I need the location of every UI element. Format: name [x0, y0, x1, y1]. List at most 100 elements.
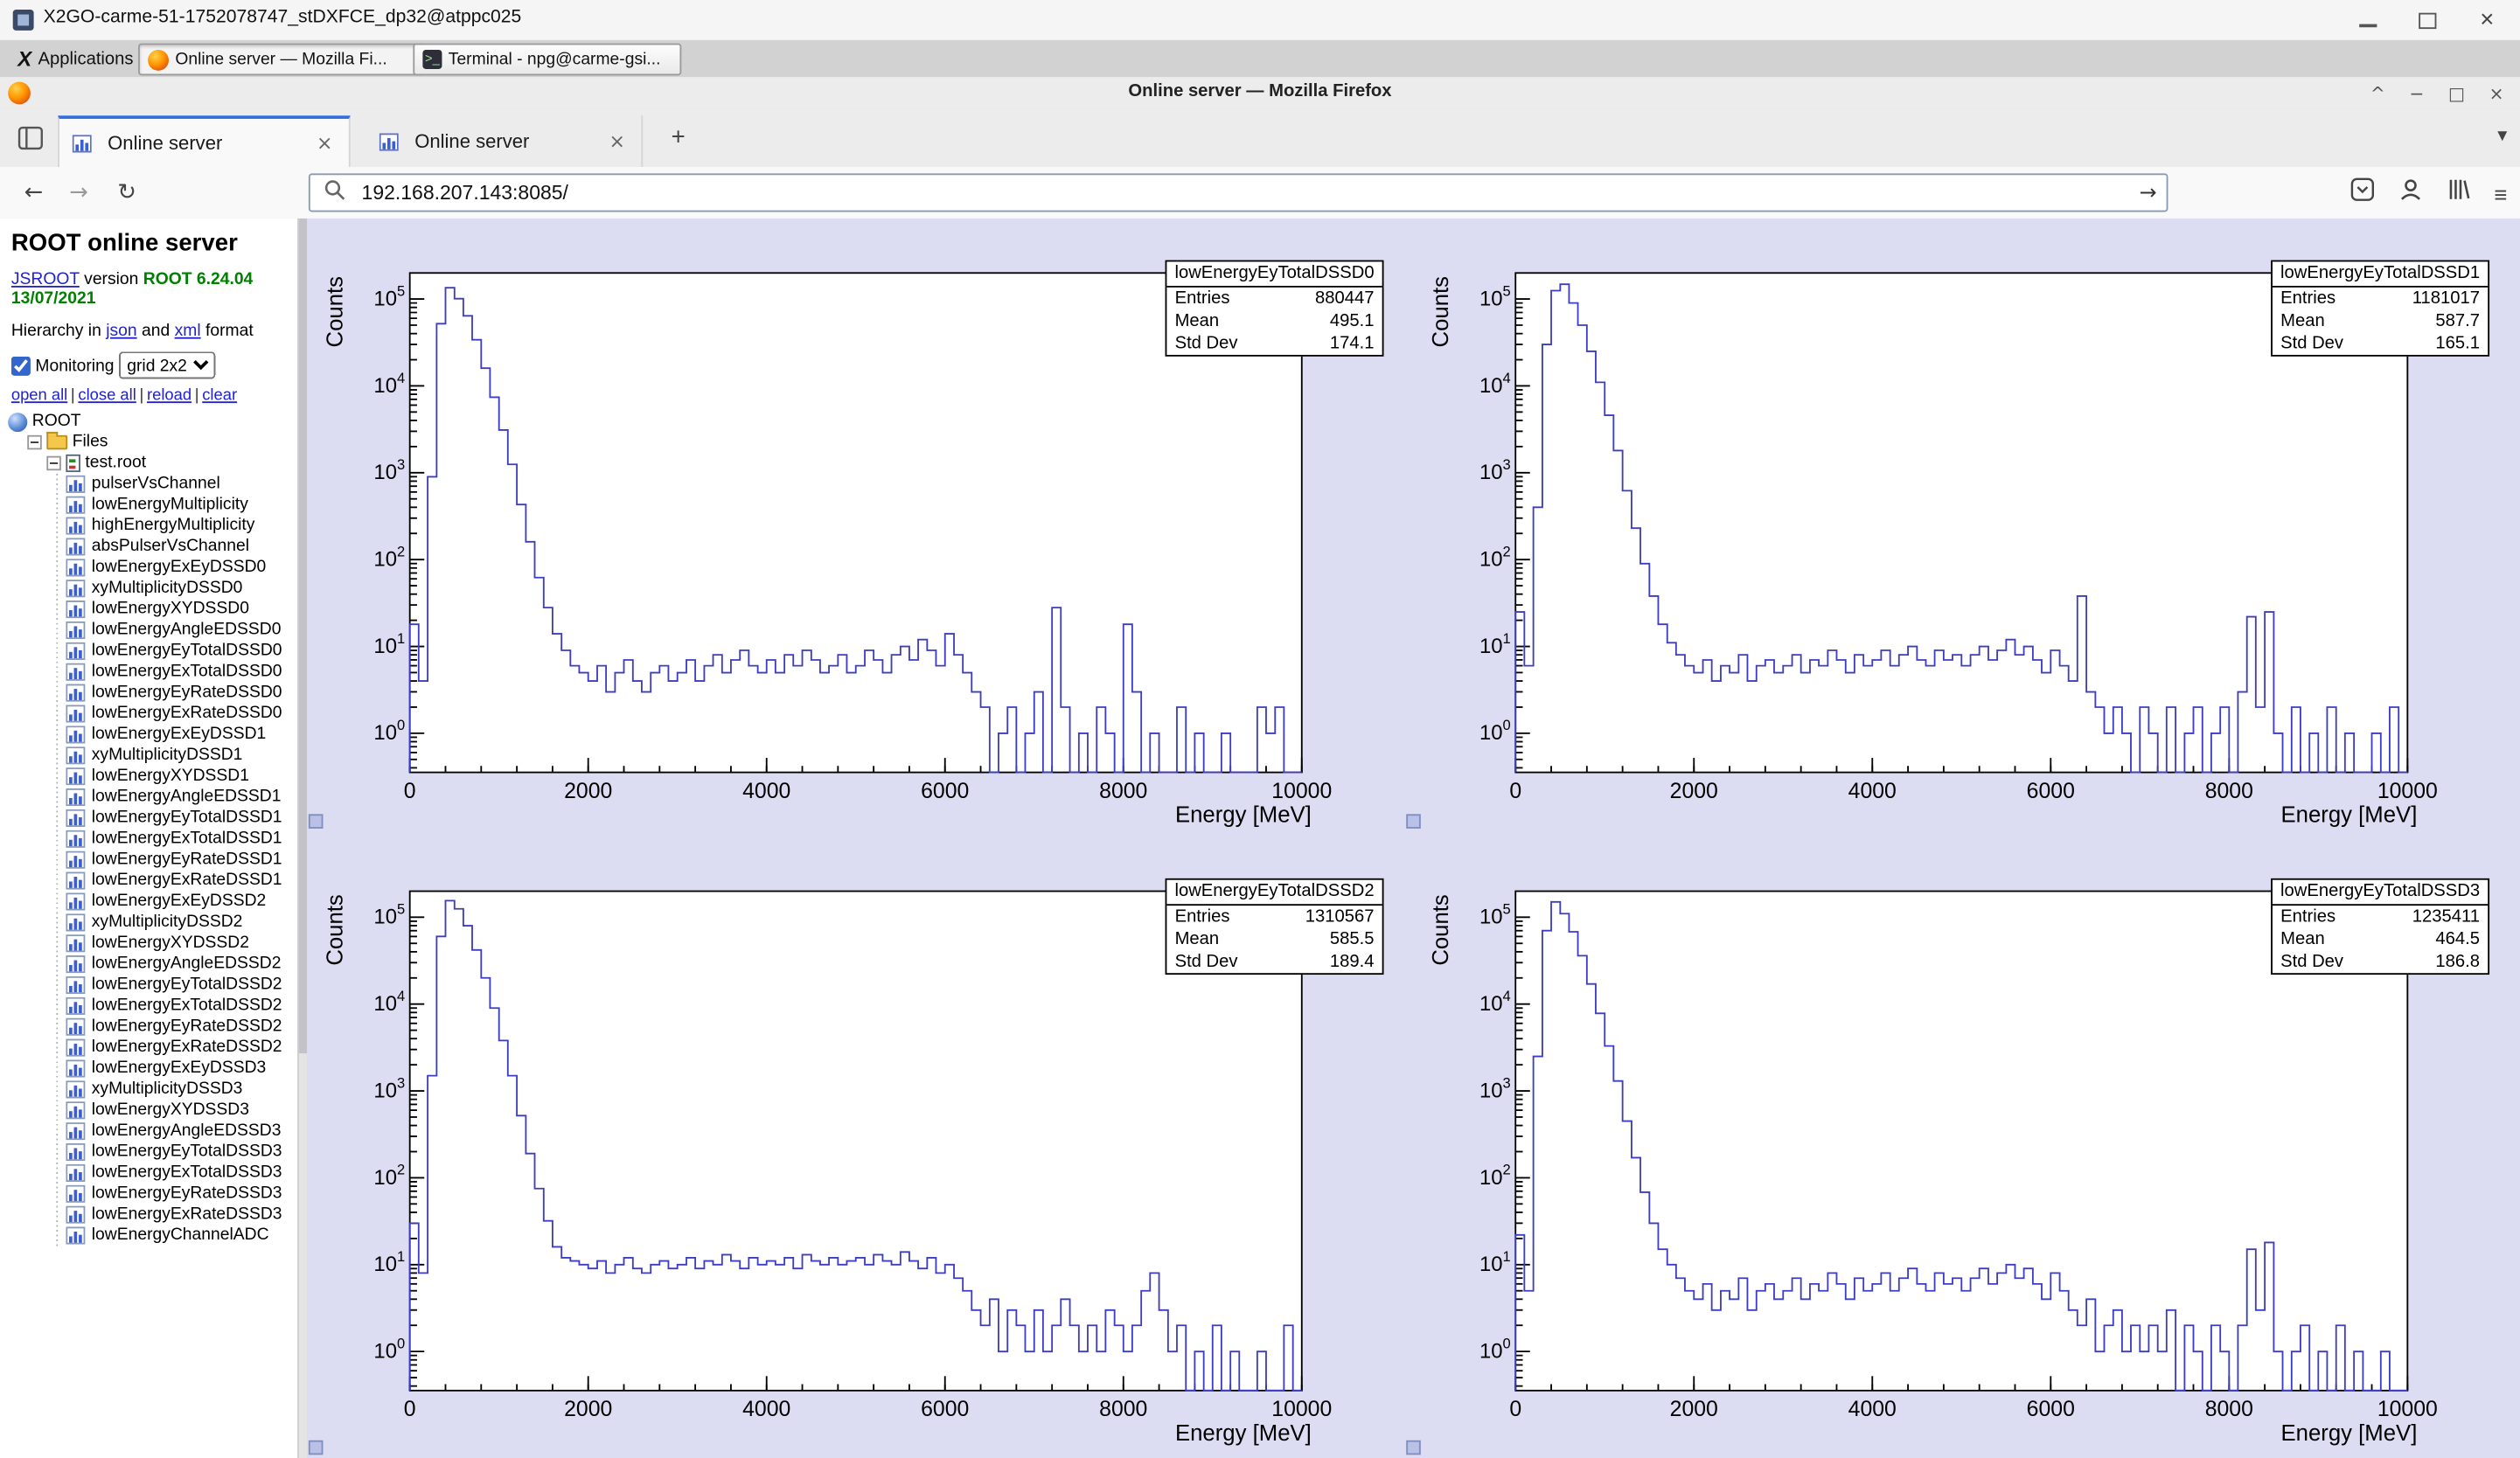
- account-icon[interactable]: [2398, 177, 2423, 211]
- tree-item[interactable]: lowEnergyExRateDSSD1: [0, 871, 297, 892]
- url-bar[interactable]: →: [309, 173, 2168, 212]
- tree-item[interactable]: lowEnergyEyTotalDSSD2: [0, 975, 297, 996]
- stats-title: lowEnergyEyTotalDSSD0: [1166, 261, 1382, 287]
- tree-item[interactable]: lowEnergyExRateDSSD0: [0, 704, 297, 725]
- stats-box[interactable]: lowEnergyEyTotalDSSD2 Entries1310567 Mea…: [1166, 878, 1384, 975]
- tree-item[interactable]: lowEnergyAngleEDSSD2: [0, 954, 297, 975]
- grid-layout-select[interactable]: grid 2x2: [119, 351, 215, 378]
- tab-online-server-2[interactable]: Online server ×: [366, 115, 643, 167]
- tree-item[interactable]: lowEnergyAngleEDSSD0: [0, 620, 297, 641]
- tree-item[interactable]: pulserVsChannel: [0, 474, 297, 495]
- tree-item[interactable]: lowEnergyEyRateDSSD0: [0, 683, 297, 704]
- tree-item-root[interactable]: ROOT: [0, 411, 297, 432]
- tree-item[interactable]: xyMultiplicityDSSD2: [0, 912, 297, 933]
- library-icon[interactable]: [2446, 177, 2471, 211]
- tree-item[interactable]: lowEnergyExEyDSSD0: [0, 557, 297, 578]
- tree-item[interactable]: absPulserVsChannel: [0, 537, 297, 558]
- window-minimize-button[interactable]: [2357, 10, 2378, 31]
- tree-item[interactable]: xyMultiplicityDSSD0: [0, 578, 297, 599]
- window-maximize-button[interactable]: [2417, 10, 2438, 31]
- collapse-icon[interactable]: [46, 456, 61, 471]
- back-button[interactable]: ←: [16, 177, 51, 209]
- tab-online-server-1[interactable]: Online server ×: [58, 115, 351, 167]
- collapse-icon[interactable]: [27, 435, 42, 450]
- pocket-icon[interactable]: [2349, 177, 2375, 211]
- tree-item[interactable]: lowEnergyExRateDSSD3: [0, 1205, 297, 1225]
- task-button-terminal[interactable]: >_ Terminal - npg@carme-gsi...: [413, 44, 681, 76]
- tree-item[interactable]: lowEnergyEyRateDSSD3: [0, 1184, 297, 1205]
- tree-item[interactable]: lowEnergyXYDSSD1: [0, 766, 297, 787]
- jsroot-link[interactable]: JSROOT: [11, 270, 80, 289]
- new-tab-button[interactable]: +: [662, 122, 694, 155]
- x-tick-label: 2000: [564, 1398, 612, 1421]
- page-title: ROOT online server: [11, 230, 297, 257]
- firefox-maximize-button[interactable]: □: [2448, 83, 2465, 104]
- tab-close-icon[interactable]: ×: [313, 132, 336, 155]
- grid-separator-handle[interactable]: [309, 1441, 324, 1455]
- tab-close-icon[interactable]: ×: [606, 130, 629, 153]
- tree-item[interactable]: lowEnergyExTotalDSSD0: [0, 662, 297, 683]
- tree-item-testroot[interactable]: test.root: [0, 453, 297, 474]
- tree-item[interactable]: highEnergyMultiplicity: [0, 516, 297, 537]
- tree-item[interactable]: lowEnergyXYDSSD3: [0, 1100, 297, 1121]
- tree-item[interactable]: lowEnergyExTotalDSSD1: [0, 829, 297, 850]
- all-tabs-chevron-icon[interactable]: ▾: [2497, 123, 2507, 146]
- json-link[interactable]: json: [106, 321, 136, 340]
- grid-separator-handle[interactable]: [1406, 814, 1421, 829]
- url-input[interactable]: [345, 182, 2139, 205]
- tree-item[interactable]: xyMultiplicityDSSD3: [0, 1079, 297, 1100]
- tree-item[interactable]: lowEnergyMultiplicity: [0, 495, 297, 516]
- y-tick-label: 103: [1479, 1074, 1511, 1102]
- tree-item[interactable]: lowEnergyEyRateDSSD2: [0, 1017, 297, 1038]
- tree-item-files[interactable]: Files: [0, 432, 297, 453]
- tree-item[interactable]: lowEnergyExTotalDSSD2: [0, 996, 297, 1017]
- tree-item[interactable]: lowEnergyAngleEDSSD3: [0, 1121, 297, 1142]
- reload-link[interactable]: reload: [147, 387, 191, 405]
- close-all-link[interactable]: close all: [78, 387, 136, 405]
- histogram-icon: [66, 934, 85, 952]
- menu-icon[interactable]: ≡: [2494, 181, 2507, 206]
- x-tick-label: 6000: [921, 780, 969, 803]
- tree-item[interactable]: lowEnergyXYDSSD0: [0, 599, 297, 620]
- tree-item-label: pulserVsChannel: [92, 474, 220, 495]
- go-arrow-icon[interactable]: →: [2140, 181, 2157, 205]
- tree-item[interactable]: lowEnergyEyTotalDSSD3: [0, 1142, 297, 1163]
- firefox-close-button[interactable]: ×: [2489, 83, 2504, 104]
- tab-strip: Online server × Online server × + ▾: [0, 109, 2520, 167]
- monitoring-checkbox[interactable]: [11, 356, 31, 375]
- grid-separator-handle[interactable]: [309, 814, 324, 829]
- tree-item[interactable]: lowEnergyChannelADC: [0, 1225, 297, 1246]
- tree-item[interactable]: lowEnergyExEyDSSD2: [0, 892, 297, 913]
- x-tick-label: 2000: [1670, 1398, 1718, 1421]
- open-all-link[interactable]: open all: [11, 387, 67, 405]
- tab-label: Online server: [414, 130, 596, 153]
- tree-item[interactable]: lowEnergyAngleEDSSD1: [0, 787, 297, 808]
- task-button-firefox[interactable]: Online server — Mozilla Fi...: [138, 44, 426, 76]
- window-close-button[interactable]: ×: [2476, 10, 2497, 31]
- tree-item[interactable]: xyMultiplicityDSSD1: [0, 745, 297, 766]
- xml-link[interactable]: xml: [175, 321, 201, 340]
- applications-menu[interactable]: X Applications: [10, 45, 142, 72]
- tree-item[interactable]: lowEnergyEyTotalDSSD1: [0, 808, 297, 829]
- firefox-minimize-button[interactable]: −: [2409, 83, 2424, 104]
- stats-box[interactable]: lowEnergyEyTotalDSSD1 Entries1181017 Mea…: [2271, 260, 2489, 357]
- grid-separator-handle[interactable]: [1406, 1441, 1421, 1455]
- forward-button[interactable]: →: [61, 177, 96, 209]
- firefox-shade-button[interactable]: ^: [2370, 83, 2385, 104]
- stats-box[interactable]: lowEnergyEyTotalDSSD3 Entries1235411 Mea…: [2271, 878, 2489, 975]
- tree-item[interactable]: lowEnergyExRateDSSD2: [0, 1038, 297, 1059]
- clear-link[interactable]: clear: [202, 387, 237, 405]
- y-tick-label: 101: [1479, 630, 1511, 658]
- tree-item[interactable]: lowEnergyExTotalDSSD3: [0, 1163, 297, 1184]
- sidebar-toggle-icon[interactable]: [16, 123, 45, 160]
- y-tick-label: 104: [1479, 370, 1511, 398]
- tree-item[interactable]: lowEnergyExEyDSSD1: [0, 724, 297, 745]
- tree-item[interactable]: lowEnergyEyTotalDSSD0: [0, 641, 297, 662]
- reload-button[interactable]: ↻: [109, 177, 144, 209]
- tree-item[interactable]: lowEnergyXYDSSD2: [0, 933, 297, 954]
- y-tick-label: 102: [1479, 544, 1511, 572]
- tree-item[interactable]: lowEnergyEyRateDSSD1: [0, 850, 297, 871]
- tree-item[interactable]: lowEnergyExEyDSSD3: [0, 1059, 297, 1080]
- histogram-icon: [66, 1018, 85, 1036]
- stats-box[interactable]: lowEnergyEyTotalDSSD0 Entries880447 Mean…: [1166, 260, 1384, 357]
